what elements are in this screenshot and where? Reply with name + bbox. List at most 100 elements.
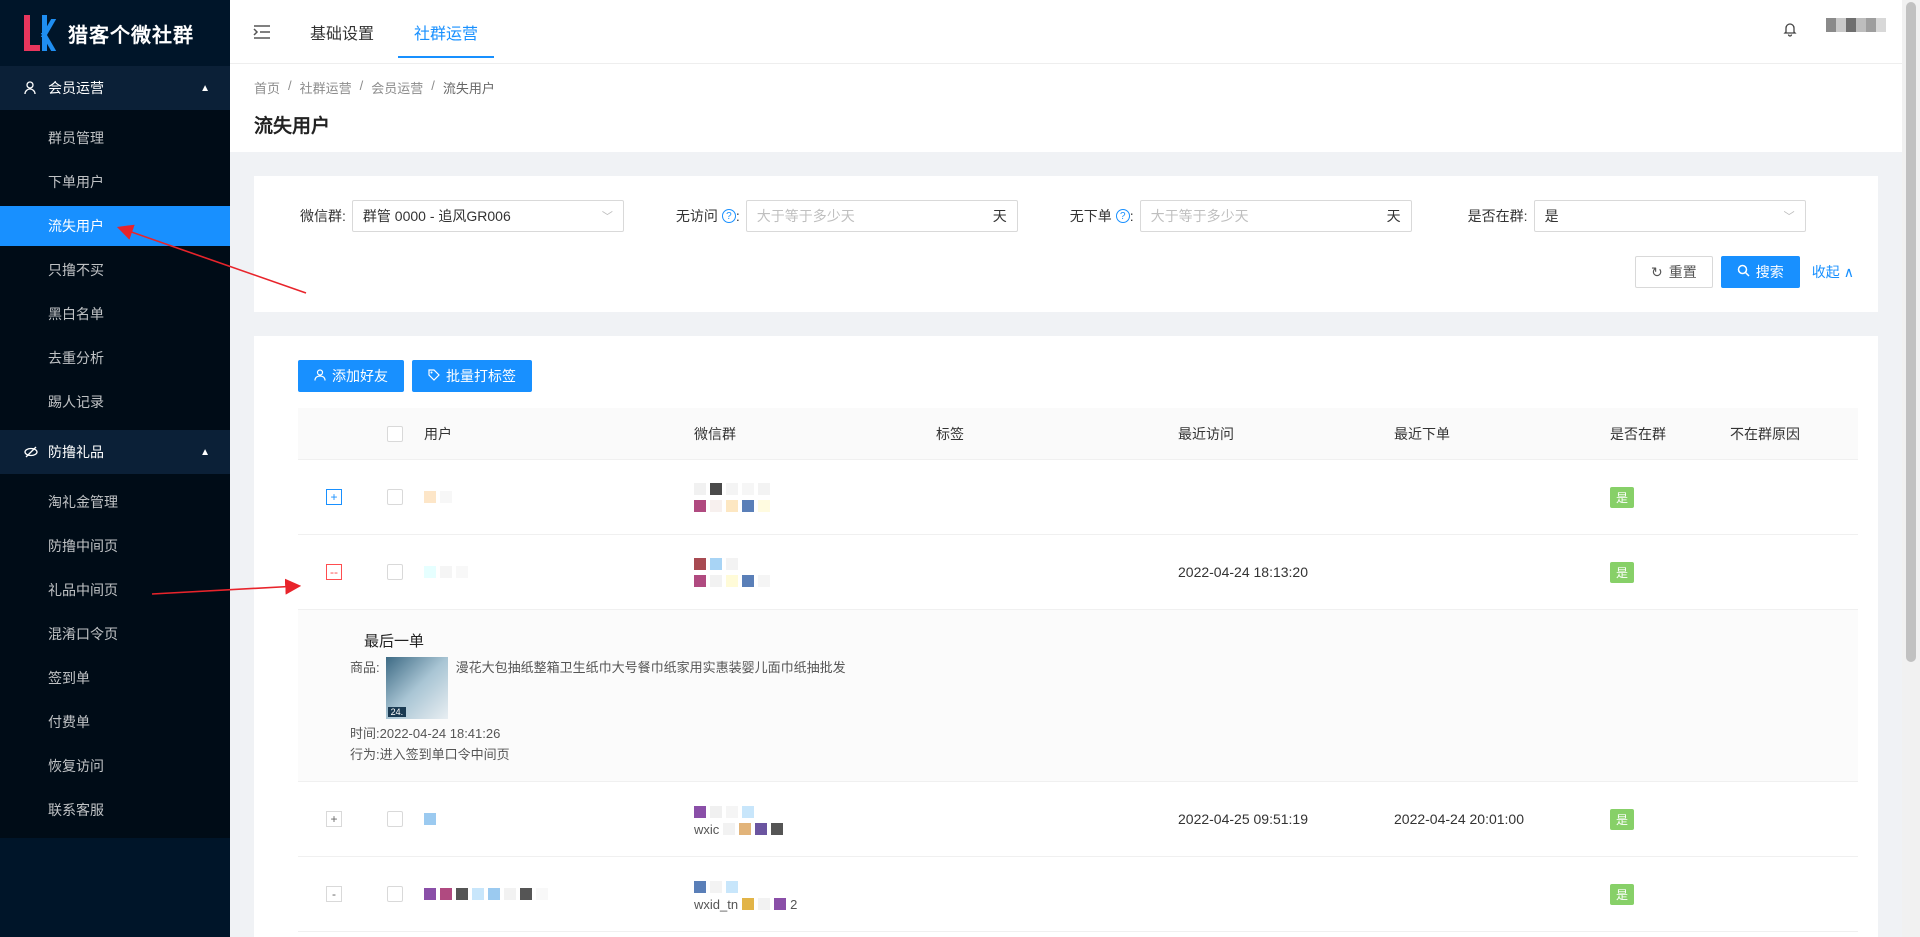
top-header: 基础设置 社群运营 xyxy=(230,0,1902,64)
sidebar-item-paid-order[interactable]: 付费单 xyxy=(0,702,230,742)
recent-order: 2022-04-24 20:01:00 xyxy=(1394,811,1524,827)
sidebar-item-checkin[interactable]: 签到单 xyxy=(0,658,230,698)
in-group-select[interactable]: 是 ﹀ xyxy=(1533,200,1806,232)
eye-off-icon xyxy=(24,445,38,459)
users-icon xyxy=(24,81,38,95)
sidebar-item-dedup-analysis[interactable]: 去重分析 xyxy=(0,338,230,378)
action-label: 行为: xyxy=(350,747,380,762)
product-thumbnail[interactable]: 24. xyxy=(385,657,448,719)
chevron-down-icon: ﹀ xyxy=(601,211,613,223)
expand-row-button[interactable]: + xyxy=(326,811,342,827)
chevron-down-icon: ﹀ xyxy=(1783,211,1795,223)
filter-card: 微信群: 群管 0000 - 追风GR006 ﹀ 无访问?: 大于等于多少天 天… xyxy=(254,176,1878,312)
in-group-badge: 是 xyxy=(1610,561,1635,583)
chevron-up-icon: ▲ xyxy=(200,82,210,94)
wechat-group-label: 微信群: xyxy=(300,208,346,224)
no-order-unit: 天 xyxy=(1386,208,1401,224)
search-button[interactable]: 搜索 xyxy=(1720,256,1800,288)
menu-group-member-ops[interactable]: 会员运营 ▲ xyxy=(0,66,230,110)
in-group-badge: 是 xyxy=(1610,808,1635,830)
recent-visit: 2022-04-25 09:51:19 xyxy=(1178,811,1308,827)
select-all-checkbox[interactable] xyxy=(387,425,403,442)
sidebar-item-taolijin[interactable]: 淘礼金管理 xyxy=(0,482,230,522)
sidebar-item-contact-support[interactable]: 联系客服 xyxy=(0,790,230,830)
in-group-badge: 是 xyxy=(1610,486,1635,508)
sidebar: 猎客个微社群 会员运营 ▲ 群员管理 下单用户 流失用户 只撸不买 黑白名单 去… xyxy=(0,0,230,937)
recent-visit: 2022-04-24 18:13:20 xyxy=(1178,564,1308,580)
wechat-id-partial: wxic xyxy=(694,821,720,837)
no-visit-placeholder: 大于等于多少天 xyxy=(756,208,855,224)
tab-community-ops[interactable]: 社群运营 xyxy=(398,0,495,64)
chevron-up-icon: ▲ xyxy=(200,446,210,458)
in-group-label: 是否在群: xyxy=(1467,208,1528,224)
collapse-link[interactable]: 收起 ∧ xyxy=(1812,262,1854,282)
col-recent-visit: 最近访问 xyxy=(1178,425,1234,442)
last-order-title: 最后一单 xyxy=(364,633,425,650)
user-icon xyxy=(314,368,326,384)
bell-icon[interactable] xyxy=(1782,21,1798,42)
breadcrumb-item[interactable]: 首页 xyxy=(254,78,280,97)
collapse-row-button[interactable]: -- xyxy=(326,564,342,580)
table-row: + wxic 2022-04-25 09:51:19 2022-04-24 20… xyxy=(298,782,1858,857)
logo: 猎客个微社群 xyxy=(0,0,230,66)
tab-basic-settings[interactable]: 基础设置 xyxy=(294,0,390,64)
question-icon[interactable]: ? xyxy=(721,209,736,223)
col-in-group: 是否在群 xyxy=(1610,425,1666,442)
add-friend-button[interactable]: 添加好友 xyxy=(298,360,404,392)
breadcrumb-item[interactable]: 会员运营 xyxy=(371,78,423,97)
time-label: 时间: xyxy=(350,726,380,741)
sidebar-item-restore-access[interactable]: 恢复访问 xyxy=(0,746,230,786)
row-checkbox[interactable] xyxy=(387,811,403,827)
no-order-label: 无下单?: xyxy=(1069,208,1134,224)
no-visit-label: 无访问?: xyxy=(675,208,740,224)
breadcrumb: 首页 / 社群运营 / 会员运营 / 流失用户 xyxy=(254,78,495,97)
expand-row-button[interactable]: - xyxy=(326,886,342,902)
no-order-input[interactable]: 大于等于多少天 天 xyxy=(1139,200,1412,232)
sidebar-item-member-manage[interactable]: 群员管理 xyxy=(0,118,230,158)
no-visit-unit: 天 xyxy=(992,208,1007,224)
scroll-thumb[interactable] xyxy=(1906,2,1916,662)
sidebar-item-gift-page[interactable]: 礼品中间页 xyxy=(0,570,230,610)
wechat-group-select[interactable]: 群管 0000 - 追风GR006 ﹀ xyxy=(351,200,624,232)
sidebar-item-black-white-list[interactable]: 黑白名单 xyxy=(0,294,230,334)
avatar[interactable] xyxy=(1826,17,1886,46)
menu-group-label: 会员运营 xyxy=(48,80,104,96)
chevron-up-icon: ∧ xyxy=(1843,263,1854,280)
wechat-group-value: 群管 0000 - 追风GR006 xyxy=(362,208,511,224)
user-avatar-blurred xyxy=(424,565,694,579)
row-checkbox[interactable] xyxy=(387,489,403,505)
page-header: 首页 / 社群运营 / 会员运营 / 流失用户 流失用户 xyxy=(230,64,1902,152)
sidebar-item-order-users[interactable]: 下单用户 xyxy=(0,162,230,202)
in-group-badge: 是 xyxy=(1610,883,1635,905)
reload-icon: ↻ xyxy=(1651,263,1663,280)
in-group-value: 是 xyxy=(1544,208,1559,224)
sidebar-item-obfuscate-page[interactable]: 混淆口令页 xyxy=(0,614,230,654)
page-scrollbar[interactable] xyxy=(1902,0,1920,937)
sidebar-item-anti-grab-page[interactable]: 防撸中间页 xyxy=(0,526,230,566)
reset-button[interactable]: ↻ 重置 xyxy=(1635,256,1713,288)
sidebar-item-only-grab[interactable]: 只撸不买 xyxy=(0,250,230,290)
lost-users-table: 用户 微信群 标签 最近访问 最近下单 是否在群 不在群原因 + 是 -- 20… xyxy=(298,408,1858,932)
col-tag: 标签 xyxy=(936,425,964,442)
table-card: 添加好友 批量打标签 用户 微信群 标签 最近访问 最近下单 是否在群 不在群原… xyxy=(254,336,1878,937)
sidebar-item-lost-users[interactable]: 流失用户 xyxy=(0,206,230,246)
expand-row-button[interactable]: + xyxy=(326,489,342,505)
table-row: -- 2022-04-24 18:13:20 是 xyxy=(298,535,1858,610)
row-checkbox[interactable] xyxy=(387,886,403,902)
question-icon[interactable]: ? xyxy=(1115,209,1130,223)
batch-tag-button[interactable]: 批量打标签 xyxy=(412,360,532,392)
menu-group-anti-grab[interactable]: 防撸礼品 ▲ xyxy=(0,430,230,474)
wechat-id-partial: wxid_tn xyxy=(694,896,739,912)
breadcrumb-item[interactable]: 社群运营 xyxy=(300,78,352,97)
page-title: 流失用户 xyxy=(254,116,331,137)
table-row: + 是 xyxy=(298,460,1858,535)
row-checkbox[interactable] xyxy=(387,564,403,580)
sidebar-item-kick-records[interactable]: 踢人记录 xyxy=(0,382,230,422)
table-header: 用户 微信群 标签 最近访问 最近下单 是否在群 不在群原因 xyxy=(298,408,1858,460)
product-name[interactable]: 漫花大包抽纸整箱卫生纸巾大号餐巾纸家用实惠装婴儿面巾纸抽批发 xyxy=(456,657,846,676)
no-order-placeholder: 大于等于多少天 xyxy=(1150,208,1249,224)
tag-icon xyxy=(428,368,440,384)
menu-fold-icon[interactable] xyxy=(230,0,294,64)
no-visit-input[interactable]: 大于等于多少天 天 xyxy=(745,200,1018,232)
user-avatar-blurred xyxy=(424,887,694,901)
